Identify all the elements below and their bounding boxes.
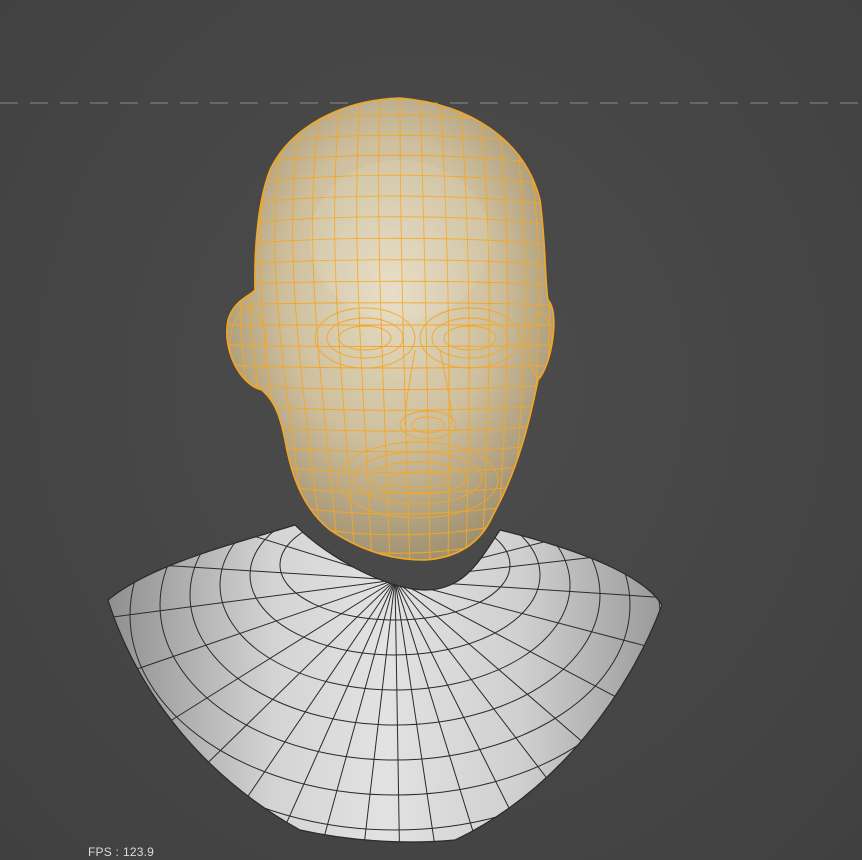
3d-viewport[interactable]: FPS :123.9 <box>0 0 862 860</box>
fps-label: FPS : <box>88 845 120 859</box>
viewport-scene[interactable] <box>0 0 862 860</box>
fps-readout: FPS :123.9 <box>88 845 154 859</box>
fps-value: 123.9 <box>123 845 155 859</box>
head-mesh[interactable] <box>226 95 556 570</box>
